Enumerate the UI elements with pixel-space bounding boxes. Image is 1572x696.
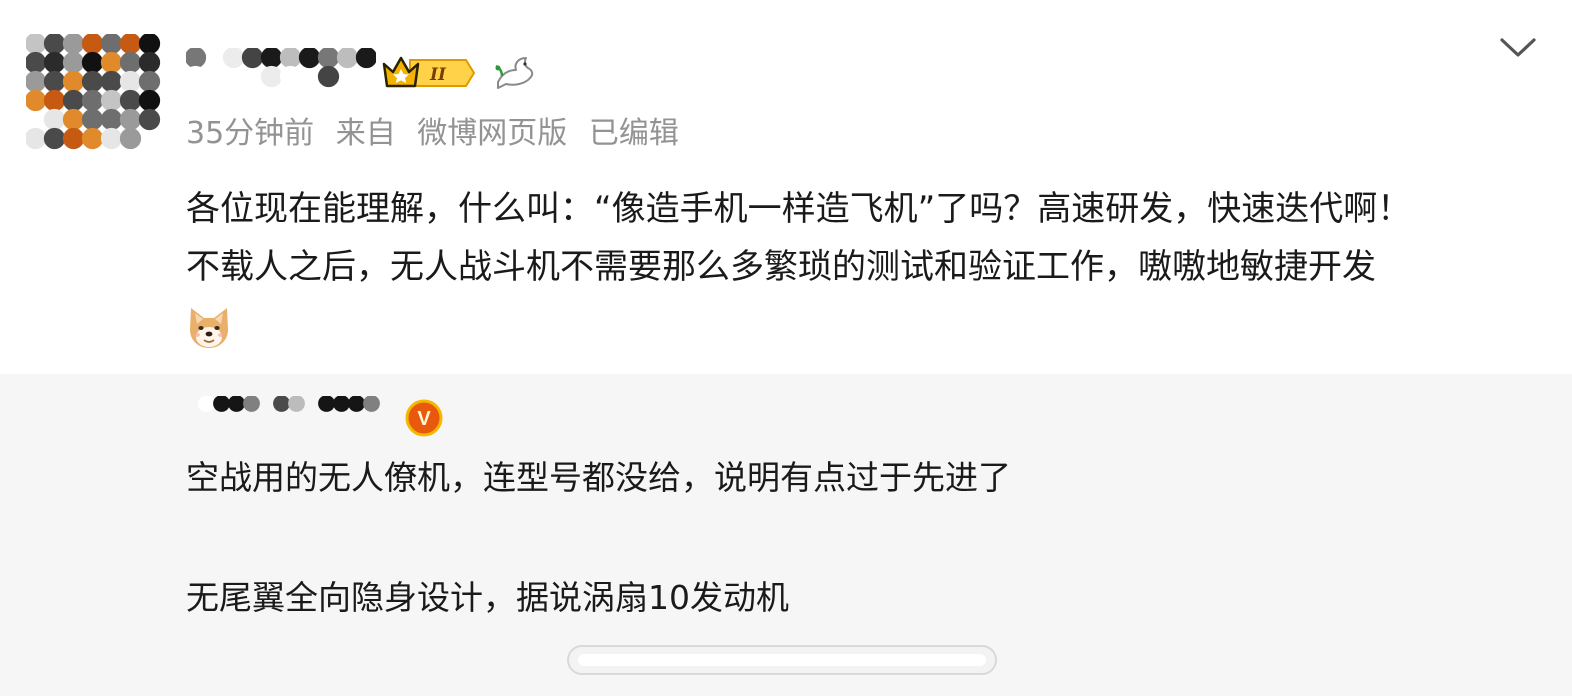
post-source-prefix: 来自	[335, 116, 396, 151]
repost-body-line-1: 空战用的无人僚机，连型号都没给，说明有点过于先进了	[186, 458, 1011, 497]
crown-icon[interactable]: II	[380, 52, 476, 94]
verified-v-icon[interactable]: V	[404, 398, 444, 438]
dove-icon[interactable]	[492, 52, 536, 94]
chevron-down-icon[interactable]	[1496, 30, 1540, 64]
post-body-line-2: 不载人之后，无人战斗机不需要那么多繁琐的测试和验证工作，嗷嗷地敏捷开发	[186, 247, 1376, 287]
repost-author-row: V	[184, 396, 444, 440]
repost-block[interactable]: V 空战用的无人僚机，连型号都没给，说明有点过于先进了 无尾翼全向隐身设计，据说…	[0, 374, 1572, 696]
author-name-blurred[interactable]	[186, 48, 376, 98]
doge-emoji	[190, 308, 228, 348]
post-source[interactable]: 微博网页版	[417, 116, 567, 151]
post-body-line-1: 各位现在能理解，什么叫：“像造手机一样造飞机”了吗？高速研发，快速迭代啊！	[186, 189, 1412, 229]
weibo-post-card: II 35分钟前 来自 微博网页版 已编辑 各位现在能理解，什么叫：“像造手机一…	[0, 0, 1572, 696]
post-time[interactable]: 35分钟前	[186, 116, 314, 151]
author-row: II	[186, 48, 536, 98]
post-edited-label[interactable]: 已编辑	[589, 116, 679, 151]
repost-body-line-2: 无尾翼全向隐身设计，据说涡扇10发动机	[186, 578, 789, 617]
post-body: 各位现在能理解，什么叫：“像造手机一样造飞机”了吗？高速研发，快速迭代啊！ 不载…	[186, 180, 1526, 296]
post-meta: 35分钟前 来自 微博网页版 已编辑	[186, 110, 679, 158]
verified-badge-text: V	[417, 408, 431, 430]
author-avatar[interactable]	[26, 34, 162, 160]
scroll-handle[interactable]	[566, 642, 998, 678]
member-level-text: II	[429, 65, 447, 85]
repost-author-name-blurred[interactable]	[184, 396, 398, 440]
